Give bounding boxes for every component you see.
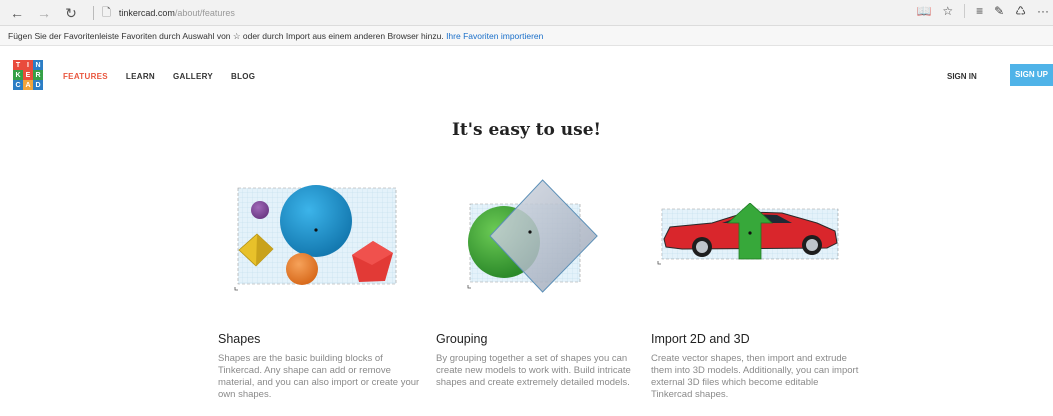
sign-up-button[interactable]: SIGN UP [1010, 64, 1053, 86]
sign-in-link[interactable]: SIGN IN [947, 72, 977, 81]
favorite-star-icon[interactable]: ☆ [942, 4, 953, 18]
separator [93, 6, 94, 20]
logo-letter: D [33, 80, 43, 90]
hub-icon[interactable]: ≡ [976, 4, 983, 18]
feature-desc-grouping: By grouping together a set of shapes you… [436, 353, 631, 388]
favorites-message: Fügen Sie der Favoritenleiste Favoriten … [8, 31, 444, 41]
refresh-icon[interactable]: ↻ [62, 4, 80, 22]
forward-icon[interactable]: → [35, 4, 53, 22]
web-note-icon[interactable]: ✎ [994, 4, 1004, 18]
logo-letter: A [23, 80, 33, 90]
browser-toolbar: ← → ↻ 🗋 tinkercad.com/about/features 📖 ☆… [0, 0, 1053, 26]
site-header: TINKERCAD FEATURES LEARN GALLERY BLOG SI… [0, 46, 1053, 114]
url-path: /about/features [174, 8, 235, 18]
logo-letter: I [23, 60, 33, 70]
logo-letter: C [13, 80, 23, 90]
feature-title-grouping: Grouping [436, 332, 488, 346]
grouping-illustration [467, 179, 598, 293]
import-illustration [657, 203, 839, 265]
logo-letter: R [33, 70, 43, 80]
import-favorites-link[interactable]: Ihre Favoriten importieren [446, 31, 543, 41]
tinkercad-logo[interactable]: TINKERCAD [13, 60, 43, 90]
feature-title-import: Import 2D and 3D [651, 332, 750, 346]
logo-letter: T [13, 60, 23, 70]
url-host: tinkercad.com [118, 8, 175, 18]
page-icon: 🗋 [102, 6, 111, 19]
orange-sphere [286, 253, 318, 285]
logo-letter: K [13, 70, 23, 80]
favorites-bar: Fügen Sie der Favoritenleiste Favoriten … [0, 26, 1053, 46]
browser-actions: 📖 ☆ ≡ ✎ ♺ ··· [916, 4, 1049, 18]
nav-features[interactable]: FEATURES [63, 72, 108, 81]
purple-sphere [251, 201, 269, 219]
nav-blog[interactable]: BLOG [231, 72, 255, 81]
back-icon[interactable]: ← [8, 4, 26, 22]
blue-sphere [280, 185, 352, 257]
nav-learn[interactable]: LEARN [126, 72, 155, 81]
share-icon[interactable]: ♺ [1015, 4, 1026, 18]
reading-view-icon[interactable]: 📖 [916, 4, 931, 18]
separator [964, 4, 966, 18]
logo-letter: E [23, 70, 33, 80]
feature-title-shapes: Shapes [218, 332, 261, 346]
more-icon[interactable]: ··· [1037, 4, 1049, 18]
page-headline: It's easy to use! [451, 120, 601, 140]
shapes-illustration [234, 185, 397, 291]
main-nav: FEATURES LEARN GALLERY BLOG [63, 72, 273, 81]
nav-gallery[interactable]: GALLERY [173, 72, 213, 81]
feature-desc-shapes: Shapes are the basic building blocks of … [218, 353, 420, 400]
logo-letter: N [33, 60, 43, 70]
feature-desc-import: Create vector shapes, then import and ex… [651, 353, 859, 400]
address-bar[interactable]: 🗋 tinkercad.com/about/features [93, 4, 235, 22]
